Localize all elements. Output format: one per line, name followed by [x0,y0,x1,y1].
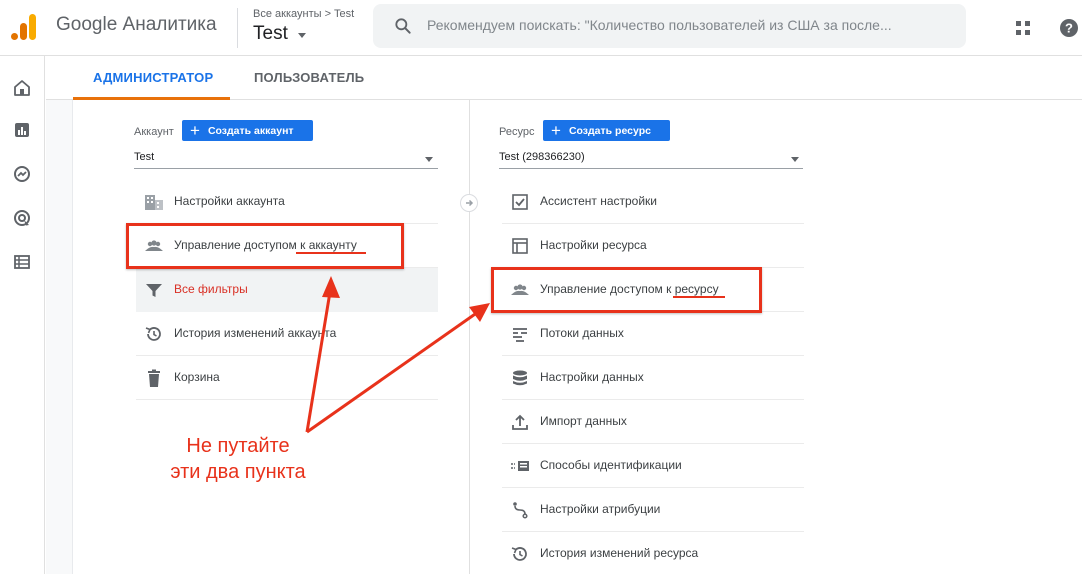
column-link-icon [460,194,478,212]
tab-user[interactable]: ПОЛЬЗОВАТЕЛЬ [254,70,364,85]
advertising-icon[interactable] [12,208,32,228]
account-select[interactable]: Test [134,151,154,163]
account-selector[interactable]: Test [253,23,288,45]
data-settings-label: Настройки данных [540,370,644,384]
active-tab-indicator [73,97,230,100]
explore-icon[interactable] [12,164,32,184]
property-column-label: Ресурс [499,126,535,138]
trash-item[interactable]: Корзина [136,356,438,400]
window-icon [512,238,528,254]
create-account-label: Создать аккаунт [207,124,294,137]
app-name: Google Аналитика [56,14,217,35]
home-icon[interactable] [12,78,32,98]
column-divider [469,100,470,574]
svg-text:?: ? [1065,21,1073,36]
underline-property [673,296,725,298]
annotation-line-2: эти два пункта [170,461,306,483]
history-icon [511,547,527,561]
plus-icon: + [190,121,200,140]
divider [136,399,438,400]
property-settings-label: Настройки ресурса [540,238,647,252]
attribution-settings-item[interactable]: Настройки атрибуции [502,488,804,532]
property-settings-item[interactable]: Настройки ресурса [502,224,804,268]
left-nav [0,56,45,574]
admin-tabs: АДМИНИСТРАТОР ПОЛЬЗОВАТЕЛЬ [46,56,1082,100]
data-import-item[interactable]: Импорт данных [502,400,804,444]
plus-icon: + [551,121,561,140]
annotation-text: Не путайте эти два пункта [138,433,338,485]
caret-down-icon[interactable] [791,157,799,162]
data-streams-item[interactable]: Потоки данных [502,312,804,356]
all-filters-item[interactable]: Все фильтры [136,268,438,312]
apps-grid-icon[interactable] [1016,21,1030,35]
data-streams-icon [513,328,527,342]
attribution-settings-label: Настройки атрибуции [540,502,661,516]
select-underline [134,168,438,169]
gutter [46,100,72,574]
configure-icon[interactable] [12,252,32,272]
highlight-box-account-access [126,223,404,269]
account-column-label: Аккаунт [134,126,174,138]
divider [72,100,73,574]
history-icon [145,327,161,341]
create-property-label: Создать ресурс [568,124,651,137]
property-change-history-item[interactable]: История изменений ресурса [502,532,804,576]
account-change-history-item[interactable]: История изменений аккаунта [136,312,438,356]
help-icon[interactable]: ? [1059,18,1079,38]
account-settings-label: Настройки аккаунта [174,194,285,208]
setup-assistant-item[interactable]: Ассистент настройки [502,180,804,224]
tab-admin[interactable]: АДМИНИСТРАТОР [93,70,213,85]
property-select[interactable]: Test (298366230) [499,151,585,163]
top-bar: Google Аналитика Все аккаунты > Test Tes… [0,0,1082,56]
building-icon [145,195,163,210]
data-import-label: Импорт данных [540,414,627,428]
reports-icon[interactable] [12,120,32,140]
search-bar[interactable]: Рекомендуем поискать: "Количество пользо… [373,4,966,48]
trash-icon [148,369,160,387]
create-property-button[interactable]: + Создать ресурс [543,120,670,141]
database-icon [513,370,527,386]
data-settings-item[interactable]: Настройки данных [502,356,804,400]
search-input[interactable]: Рекомендуем поискать: "Количество пользо… [427,17,892,33]
search-icon[interactable] [393,16,413,36]
upload-icon [512,414,528,430]
caret-down-icon[interactable] [425,157,433,162]
setup-assistant-label: Ассистент настройки [540,194,657,208]
attribution-icon [513,502,528,519]
identity-icon [511,461,529,471]
create-account-button[interactable]: + Создать аккаунт [182,120,313,141]
trash-label: Корзина [174,370,220,384]
underline-account [296,252,366,254]
account-change-history-label: История изменений аккаунта [174,326,337,340]
reporting-identity-item[interactable]: Способы идентификации [502,444,804,488]
divider [237,8,238,48]
filter-icon [146,284,162,297]
data-streams-label: Потоки данных [540,326,624,340]
analytics-logo-icon[interactable] [10,12,38,42]
reporting-identity-label: Способы идентификации [540,458,682,472]
all-filters-label: Все фильтры [174,282,248,296]
breadcrumb[interactable]: Все аккаунты > Test [253,8,354,20]
checklist-icon [512,194,528,210]
caret-down-icon[interactable] [298,33,306,38]
property-change-history-label: История изменений ресурса [540,546,699,560]
annotation-line-1: Не путайте [186,435,290,457]
account-settings-item[interactable]: Настройки аккаунта [136,180,438,224]
select-underline [499,168,803,169]
highlight-box-property-access [491,267,762,313]
